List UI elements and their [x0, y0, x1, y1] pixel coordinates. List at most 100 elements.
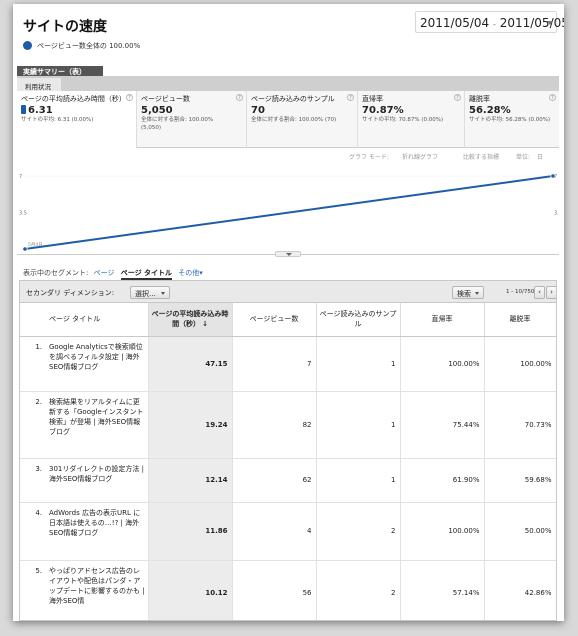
y-tick-label-right: 3.5: [554, 211, 559, 217]
table-row: 4. AdWords 広告の表示URL に日本語は使えるの…!? | 海外SEO…: [20, 502, 556, 561]
scorecards: ページの平均読み込み時間（秒） 6.31 サイトの平均: 6.31 (0.00%…: [17, 91, 559, 148]
report-window: サイトの速度 2011/05/04 - 2011/05/05 ページビュー数全体…: [13, 4, 564, 621]
row-index: 2.: [20, 391, 46, 459]
row-index: 5.: [20, 560, 46, 620]
date-start: 2011/05/04: [420, 16, 490, 30]
scorecard-sub: サイトの平均: 70.87% (0.00%): [362, 117, 444, 123]
header-page-title[interactable]: ページ タイトル: [46, 303, 149, 337]
scorecard-value: 6.31: [28, 105, 53, 116]
chart-collapse-handle[interactable]: [275, 251, 301, 257]
scorecard-sub-total: (5,050): [141, 125, 162, 131]
y-tick-label-left: 7: [19, 174, 22, 180]
chevron-down-icon: ▾: [199, 269, 203, 277]
graph-mode-select[interactable]: 折れ線グラフ: [402, 152, 438, 161]
scorecard-pageviews[interactable]: ページビュー数 5,050 全体に対する割合: 100.00% (5,050) …: [137, 91, 247, 148]
sort-down-icon: ↓: [202, 320, 208, 329]
scorecard-value: 56.28%: [469, 105, 511, 116]
page-title-link[interactable]: 301リダイレクトの設定方法 | 海外SEO情報ブログ: [46, 458, 149, 503]
search-button[interactable]: 検索: [452, 286, 484, 299]
help-icon[interactable]: ?: [126, 94, 133, 101]
tab-overview[interactable]: 利用状況: [17, 78, 61, 91]
row-index: 1.: [20, 336, 46, 392]
line-chart: 773.53.55月4日: [19, 173, 559, 252]
segment-label: 表示中のセグメント:: [23, 269, 89, 277]
table-row: 1. Google Analyticsで検索順位を調べるフィルタ設定 | 海外S…: [20, 336, 556, 392]
cell-samples: 2: [316, 560, 401, 620]
unit-day-button[interactable]: 日: [537, 152, 543, 161]
segment-page-title[interactable]: ページ タイトル: [120, 269, 172, 280]
cell-load-time: 12.14: [148, 458, 233, 503]
scorecard-load-samples[interactable]: ページ読み込みのサンプル 70 全体に対する割合: 100.00% (70) ?: [247, 91, 358, 148]
row-index: 3.: [20, 458, 46, 503]
help-icon[interactable]: ?: [549, 94, 556, 101]
cell-exit-rate: 59.68%: [484, 458, 556, 503]
header-exit-rate[interactable]: 離脱率: [484, 303, 556, 337]
cell-samples: 1: [316, 458, 401, 503]
header-load-samples[interactable]: ページ読み込みのサンプル: [316, 303, 401, 337]
date-end: 2011/05/05: [499, 16, 564, 30]
cell-samples: 2: [316, 502, 401, 561]
cell-bounce-rate: 75.44%: [400, 391, 485, 459]
segment-summary: ページビュー数全体の 100.00%: [37, 42, 141, 50]
header-index: [20, 303, 46, 337]
scorecard-value: 70.87%: [362, 105, 404, 116]
cell-load-time: 11.86: [148, 502, 233, 561]
graph-mode-label: グラフ モード:: [349, 154, 389, 161]
page-title: サイトの速度: [23, 19, 107, 35]
scorecard-avg-load-time[interactable]: ページの平均読み込み時間（秒） 6.31 サイトの平均: 6.31 (0.00%…: [17, 91, 137, 148]
segment-page[interactable]: ページ: [94, 269, 115, 277]
cell-pageviews: 56: [232, 560, 317, 620]
chevron-down-icon: [161, 292, 165, 295]
segment-other[interactable]: その他: [178, 269, 199, 277]
chevron-down-icon: [286, 253, 292, 256]
data-table: ページ タイトル ページの平均読み込み時間（秒） ↓ ページビュー数 ページ読み込…: [20, 303, 556, 620]
scorecard-label: ページ読み込みのサンプル: [251, 95, 335, 103]
row-index: 4.: [20, 502, 46, 561]
prev-page-button[interactable]: ‹: [534, 286, 545, 299]
cell-bounce-rate: 61.90%: [400, 458, 485, 503]
cell-pageviews: 4: [232, 502, 317, 561]
chart-options: グラフ モード: 折れ線グラフ 比較する指標 単位: 日: [13, 152, 564, 162]
page-title-link[interactable]: 検索結果をリアルタイムに更新する「Googleインスタント検索」が登場 | 海外…: [46, 391, 149, 459]
cell-exit-rate: 100.00%: [484, 336, 556, 392]
table-toolbar: セカンダリ ディメンション: 選択... 検索 1 - 10/750 ‹ ›: [20, 281, 556, 303]
help-icon[interactable]: ?: [454, 94, 461, 101]
selected-metric-marker: [21, 105, 26, 114]
table-row: 3. 301リダイレクトの設定方法 | 海外SEO情報ブログ 12.14 62 …: [20, 458, 556, 503]
scorecard-sub: サイトの平均: 56.28% (0.00%): [469, 117, 551, 123]
header-avg-load-time[interactable]: ページの平均読み込み時間（秒） ↓: [148, 303, 233, 337]
help-icon[interactable]: ?: [347, 94, 354, 101]
page-title-link[interactable]: やっぱりアドセンス広告のレイアウトや配色はパンダ・アップデートに影響するのかも …: [46, 560, 149, 620]
cell-exit-rate: 50.00%: [484, 502, 556, 561]
header-pageviews[interactable]: ページビュー数: [232, 303, 317, 337]
page-title-link[interactable]: AdWords 広告の表示URL に日本語は使えるの…!? | 海外SEO情報ブ…: [46, 502, 149, 561]
unit-label: 単位:: [516, 154, 531, 161]
secondary-dimension-select[interactable]: 選択...: [130, 286, 170, 299]
scorecard-label: 離脱率: [469, 95, 490, 103]
search-label: 検索: [457, 290, 471, 298]
compare-metric-link[interactable]: 比較する指標: [463, 152, 499, 161]
date-separator: -: [493, 20, 496, 29]
scorecard-exit-rate[interactable]: 離脱率 56.28% サイトの平均: 56.28% (0.00%) ?: [465, 91, 559, 148]
next-page-button[interactable]: ›: [546, 286, 556, 299]
y-tick-label-left: 3.5: [19, 211, 27, 217]
table-row: 2. 検索結果をリアルタイムに更新する「Googleインスタント検索」が登場 |…: [20, 391, 556, 459]
data-point: [22, 246, 28, 252]
scorecard-sub: 全体に対する割合: 100.00%: [141, 117, 214, 123]
scorecard-bounce-rate[interactable]: 直帰率 70.87% サイトの平均: 70.87% (0.00%) ?: [358, 91, 465, 148]
header-bounce-rate[interactable]: 直帰率: [400, 303, 485, 337]
cell-pageviews: 7: [232, 336, 317, 392]
tab-bar: [17, 76, 559, 91]
date-range-picker[interactable]: 2011/05/04 - 2011/05/05: [415, 11, 564, 33]
table-row: 5. やっぱりアドセンス広告のレイアウトや配色はパンダ・アップデートに影響するの…: [20, 560, 556, 620]
table-header-row: ページ タイトル ページの平均読み込み時間（秒） ↓ ページビュー数 ページ読み込…: [20, 303, 556, 337]
pagination-status: 1 - 10/750: [506, 289, 535, 295]
data-point: [550, 173, 556, 179]
cell-pageviews: 62: [232, 458, 317, 503]
secondary-dimension-label: セカンダリ ディメンション:: [26, 289, 115, 297]
page-title-link[interactable]: Google Analyticsで検索順位を調べるフィルタ設定 | 海外SEO情…: [46, 336, 149, 392]
chevron-down-icon: [475, 292, 479, 295]
cell-bounce-rate: 100.00%: [400, 336, 485, 392]
cell-pageviews: 82: [232, 391, 317, 459]
help-icon[interactable]: ?: [236, 94, 243, 101]
